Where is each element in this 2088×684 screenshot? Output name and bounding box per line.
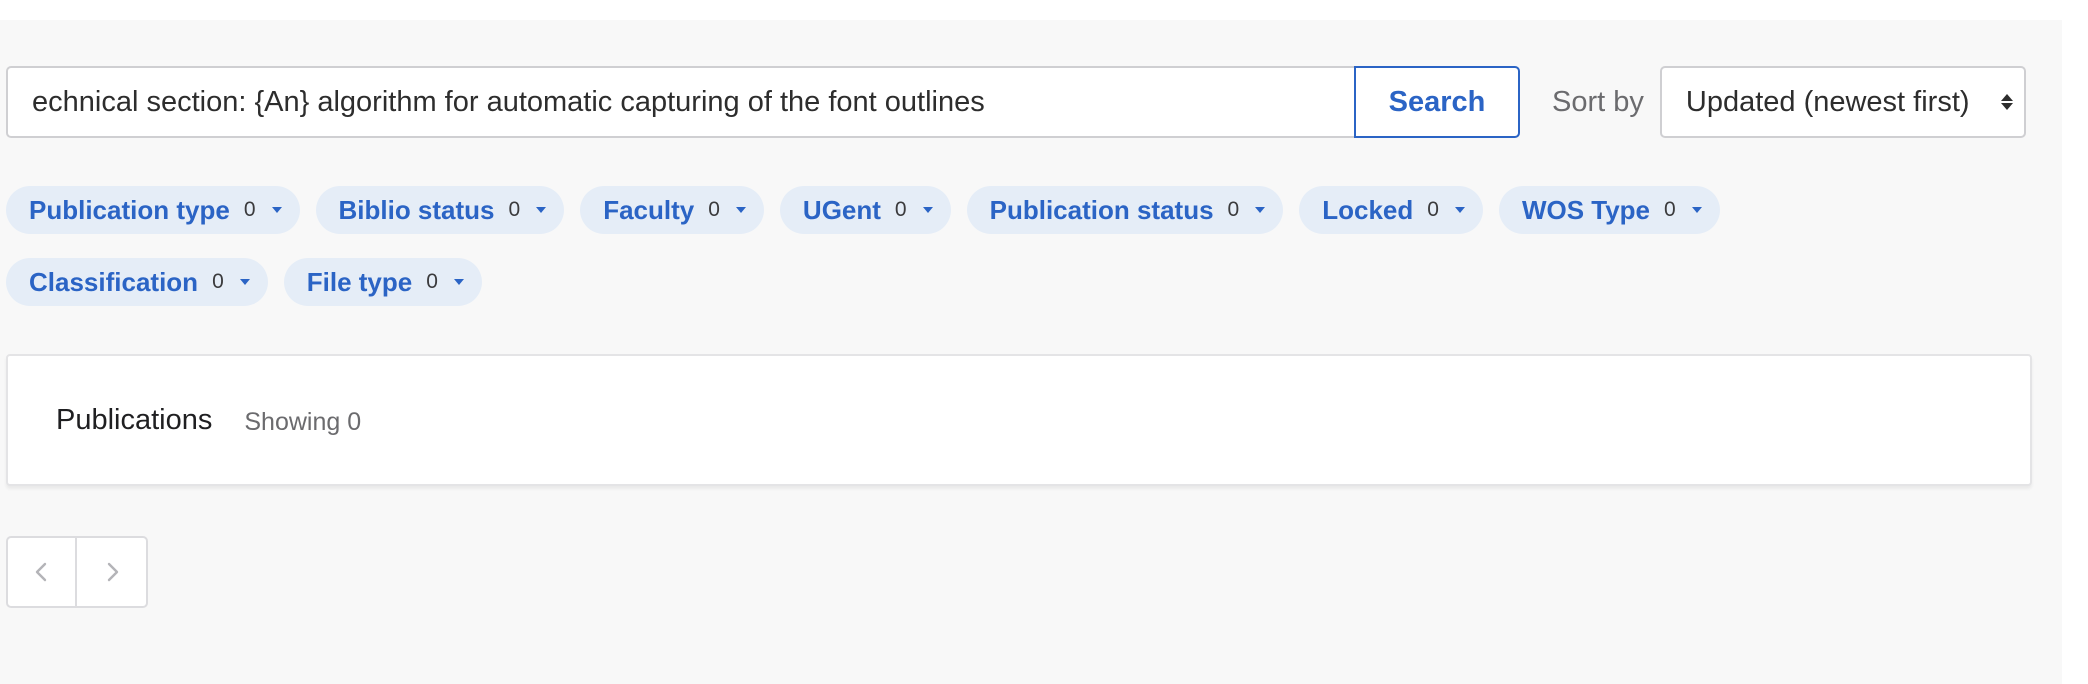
filter-label: File type (306, 266, 413, 297)
search-button[interactable]: Search (1354, 66, 1520, 138)
sort-select[interactable]: Updated (newest first) (1659, 66, 2026, 138)
caret-down-icon (271, 207, 282, 213)
filter-count: 0 (708, 198, 720, 221)
filter-count: 0 (1427, 198, 1439, 221)
filter-row-2: Classification 0 File type 0 (6, 258, 1906, 306)
filter-file-type[interactable]: File type 0 (283, 258, 482, 306)
filter-count: 0 (894, 198, 907, 221)
search-bar: Search Sort by Updated (newest first) (6, 66, 2026, 138)
filter-label: Locked (1322, 194, 1414, 225)
filter-biblio-status[interactable]: Biblio status 0 (315, 186, 565, 234)
filter-label: Publication type (29, 194, 230, 225)
search-input[interactable] (6, 66, 1354, 138)
results-count: Showing 0 (244, 407, 362, 436)
filter-wos-type[interactable]: WOS Type 0 (1498, 186, 1720, 234)
caret-down-icon (1454, 207, 1465, 213)
filter-classification[interactable]: Classification 0 (6, 258, 268, 306)
results-card: Publications Showing 0 (6, 354, 2032, 486)
filter-faculty[interactable]: Faculty 0 (580, 186, 764, 234)
chevron-left-icon (35, 562, 46, 582)
previous-page-button[interactable] (6, 536, 77, 608)
sort-label: Sort by (1552, 85, 1644, 118)
filter-label: Classification (29, 266, 199, 297)
filter-count: 0 (243, 198, 256, 221)
results-title: Publications (56, 403, 213, 436)
sort-selected-value: Updated (newest first) (1685, 85, 1970, 118)
chevron-right-icon (107, 562, 118, 582)
filter-label: UGent (802, 194, 881, 225)
caret-down-icon (536, 207, 547, 213)
filter-count: 0 (212, 270, 224, 293)
top-bar (0, 0, 2088, 20)
filter-label: Biblio status (338, 194, 495, 225)
next-page-button[interactable] (77, 536, 148, 608)
filter-label: Faculty (603, 194, 695, 225)
filter-bar: Publication type 0 Biblio status 0 Facul… (6, 186, 1906, 330)
sort-arrows-icon (2000, 94, 2014, 110)
caret-down-icon (1691, 207, 1702, 213)
filter-locked[interactable]: Locked 0 (1299, 186, 1483, 234)
filter-ugent[interactable]: UGent 0 (779, 186, 951, 234)
filter-count: 0 (1227, 198, 1240, 221)
filter-count: 0 (508, 198, 521, 221)
caret-down-icon (239, 279, 250, 285)
filter-count: 0 (1664, 198, 1676, 221)
filter-publication-status[interactable]: Publication status 0 (966, 186, 1284, 234)
filter-count: 0 (426, 270, 438, 293)
caret-down-icon (1255, 207, 1266, 213)
right-edge (2062, 0, 2088, 684)
pagination (6, 536, 148, 608)
filter-publication-type[interactable]: Publication type 0 (6, 186, 300, 234)
caret-down-icon (735, 207, 746, 213)
filter-label: Publication status (989, 194, 1214, 225)
filter-label: WOS Type (1521, 194, 1651, 225)
caret-down-icon (922, 207, 933, 213)
caret-down-icon (453, 279, 464, 285)
filter-row-1: Publication type 0 Biblio status 0 Facul… (6, 186, 1906, 234)
